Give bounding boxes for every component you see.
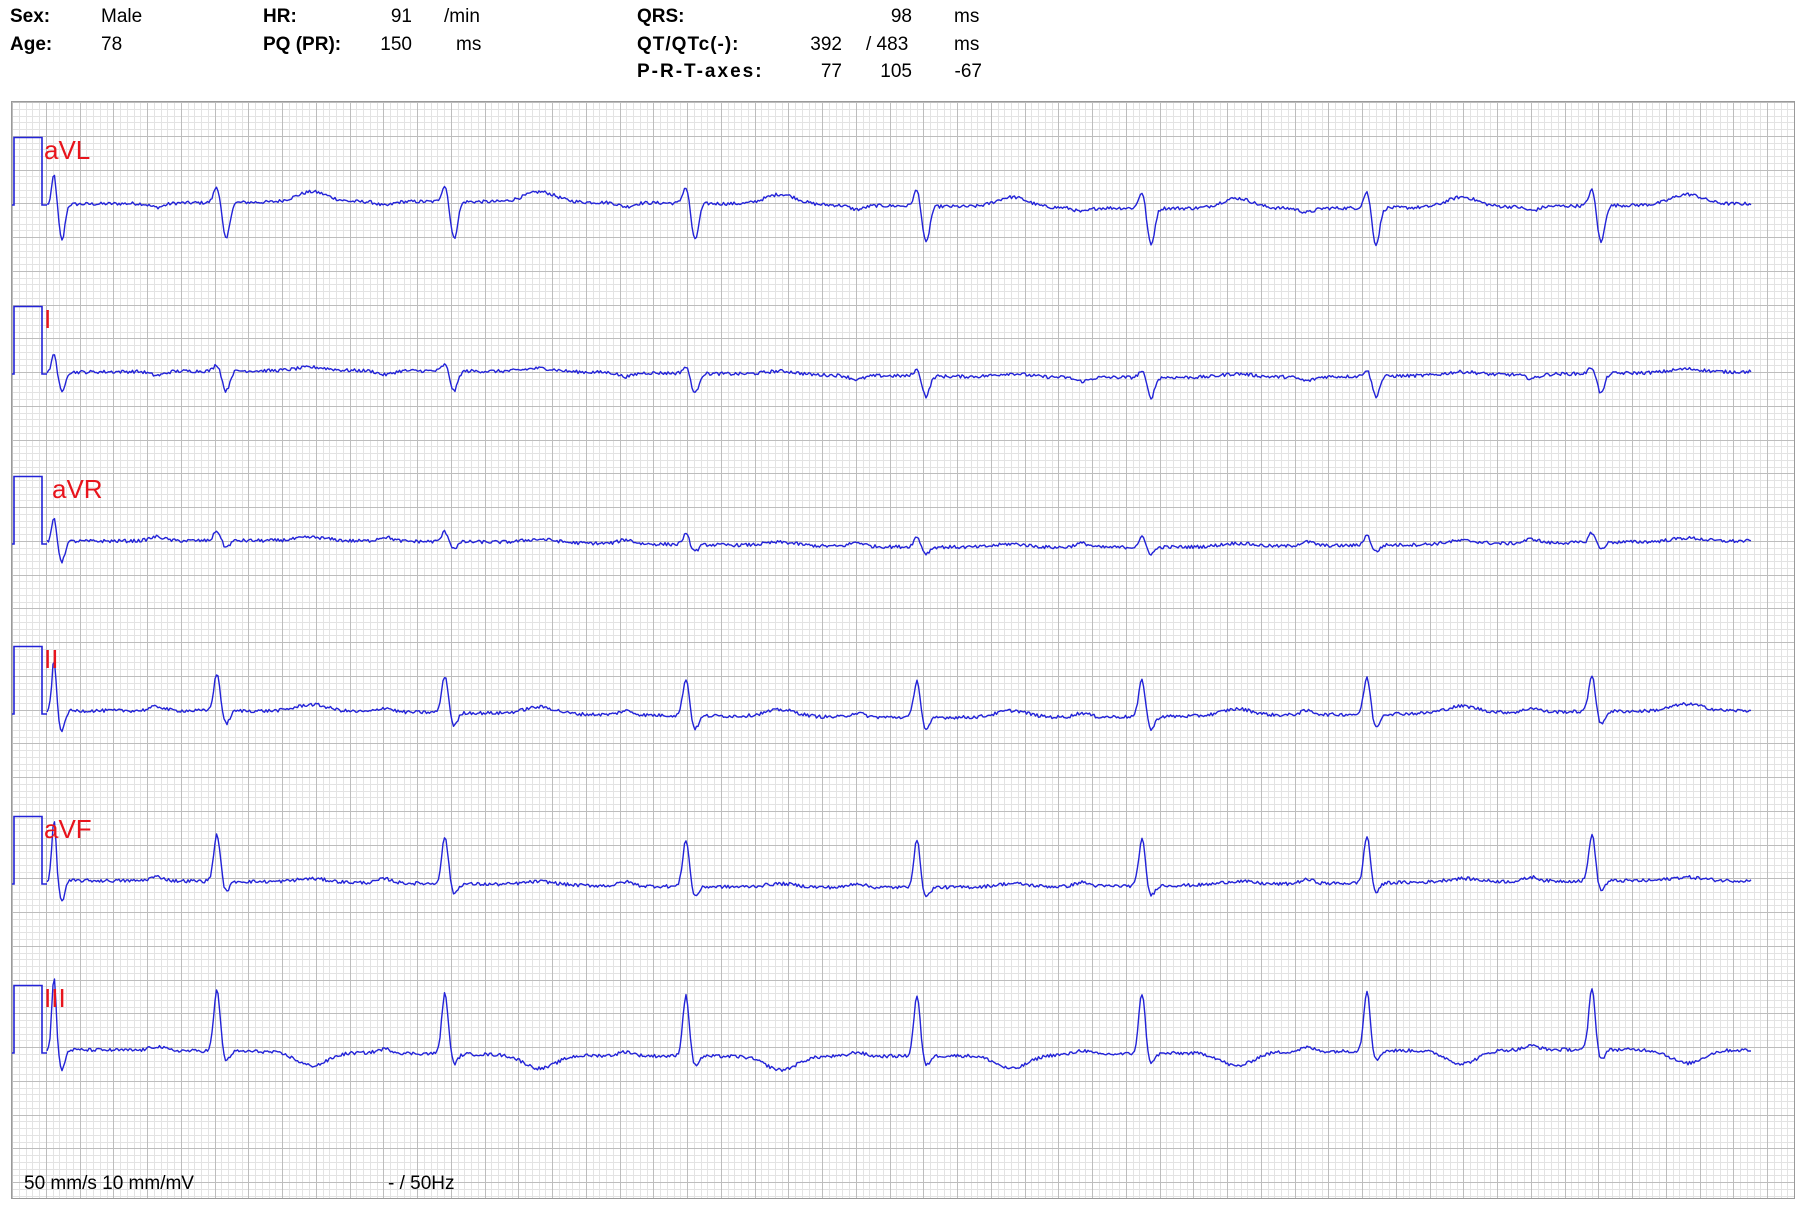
lead-label: I (44, 304, 51, 334)
calibration-pulse (12, 136, 47, 206)
lead-label: II (44, 644, 58, 674)
sex-label: Sex: (10, 6, 51, 27)
age-value: 78 (101, 34, 123, 55)
pq-unit: ms (456, 34, 482, 55)
lead-label: aVR (52, 474, 103, 504)
axis-p-value: 77 (820, 61, 842, 82)
calibration-pulse (12, 475, 47, 545)
report-header: Sex: Male Age: 78 HR: 91 /min PQ (PR): 1… (0, 0, 1800, 100)
calibration-pulse (12, 984, 47, 1054)
grid-minor-lines (12, 102, 1794, 1198)
qtc-value: / 483 (866, 34, 909, 55)
calibration-pulse (12, 815, 47, 885)
ecg-grid (12, 102, 1794, 1198)
qrs-unit: ms (954, 6, 980, 27)
hr-unit: /min (444, 6, 480, 27)
qrs-value: 98 (890, 6, 912, 27)
ecg-chart: aVL IaVR II aVF III (12, 102, 1794, 1198)
lead-label: III (44, 983, 66, 1013)
qt-value: 392 (810, 34, 842, 55)
qrs-label: QRS: (637, 6, 685, 27)
pq-value: 150 (380, 34, 412, 55)
qt-unit: ms (954, 34, 980, 55)
ecg-paper: aVL IaVR II aVF III (11, 101, 1795, 1199)
paper-speed-gain: 50 mm/s 10 mm/mV (24, 1173, 194, 1194)
axis-r-value: 105 (880, 61, 912, 82)
calibration-pulse (12, 305, 47, 375)
age-label: Age: (10, 34, 53, 55)
axes-label: P-R-T-axes: (637, 61, 764, 82)
filter-setting: - / 50Hz (388, 1173, 455, 1194)
lead-label: aVL (44, 135, 90, 165)
hr-label: HR: (263, 6, 297, 27)
sex-value: Male (101, 6, 143, 27)
qt-label: QT/QTc(-): (637, 34, 740, 55)
hr-value: 91 (390, 6, 412, 27)
lead-label: aVF (44, 814, 92, 844)
pq-label: PQ (PR): (263, 34, 342, 55)
axis-t-value: -67 (954, 61, 982, 82)
